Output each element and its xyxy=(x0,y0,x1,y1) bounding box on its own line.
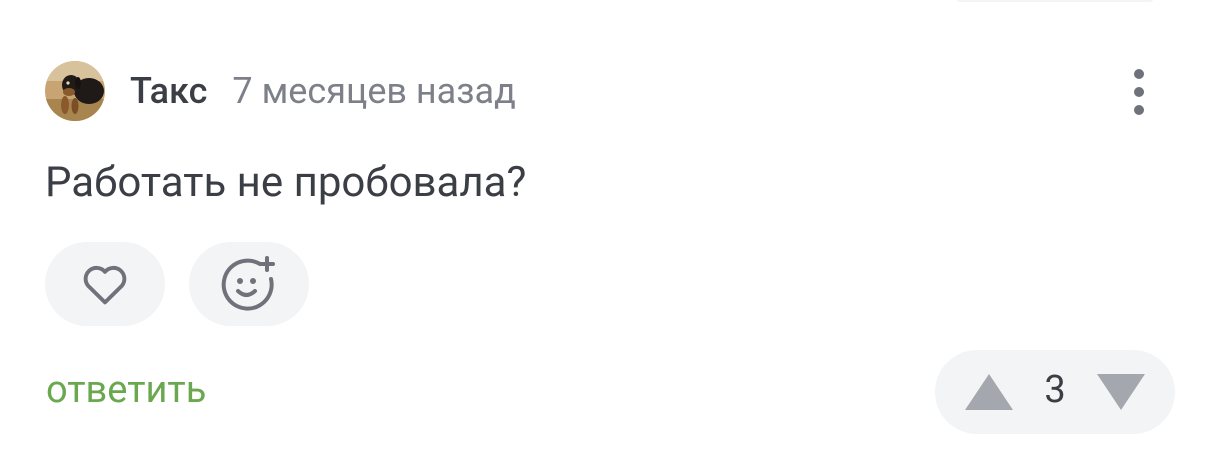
dog-avatar-icon xyxy=(45,61,105,121)
comment-body: Работать не пробовала? xyxy=(45,158,527,207)
add-reaction-smiley-icon xyxy=(221,256,275,311)
previous-element-edge xyxy=(955,0,1155,2)
triangle-up-icon xyxy=(965,374,1013,410)
avatar[interactable] xyxy=(45,61,105,121)
reply-link[interactable]: ответить xyxy=(46,368,206,412)
vote-widget: 3 xyxy=(935,350,1175,434)
comment-author[interactable]: Такс xyxy=(130,70,207,112)
more-options-button[interactable] xyxy=(1115,62,1163,122)
more-vertical-icon xyxy=(1134,69,1144,115)
comment-header: Такс 7 месяцев назад xyxy=(45,61,516,121)
add-reaction-button[interactable] xyxy=(189,242,309,326)
comment-timestamp: 7 месяцев назад xyxy=(232,70,516,112)
downvote-button[interactable] xyxy=(1095,372,1147,412)
heart-icon xyxy=(83,265,127,305)
like-button[interactable] xyxy=(45,242,165,326)
upvote-button[interactable] xyxy=(963,372,1015,412)
triangle-down-icon xyxy=(1097,374,1145,410)
vote-score: 3 xyxy=(1044,368,1066,412)
